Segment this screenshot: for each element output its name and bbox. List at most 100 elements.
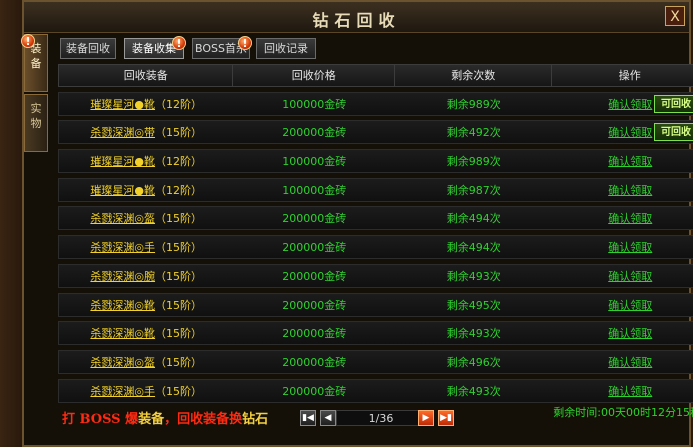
price-cell: 200000金砖: [282, 126, 347, 140]
operation-cell: 确认领取: [552, 297, 693, 313]
equipment-name-link[interactable]: 杀戮深渊◎手: [90, 385, 155, 398]
equipment-grade: （15阶）: [155, 298, 203, 312]
header-operation: 操作: [552, 65, 693, 86]
equipment-cell: 杀戮深渊◎盔（15阶）: [59, 210, 233, 226]
table-row: 杀戮深渊◎靴（15阶） 200000金砖 剩余493次 确认领取: [58, 321, 693, 346]
slogan-part: 装备: [138, 412, 165, 427]
operation-cell: 确认领取: [552, 268, 693, 284]
equipment-name-link[interactable]: 杀戮深渊◎腕: [90, 270, 155, 283]
confirm-claim-link[interactable]: 确认领取: [608, 270, 652, 283]
operation-cell: 确认领取: [552, 325, 693, 341]
equipment-grade: （15阶）: [155, 269, 203, 283]
table-row: 杀戮深渊◎手（15阶） 200000金砖 剩余493次 确认领取: [58, 378, 693, 403]
alert-badge-icon: !: [172, 36, 186, 50]
confirm-claim-link[interactable]: 确认领取: [608, 327, 652, 340]
remaining-cell: 剩余987次: [446, 183, 501, 197]
price-cell: 200000金砖: [282, 298, 347, 312]
diamond-recycle-window: 钻石回收 X 装备 实物 ! 装备回收 装备收集 ! BOSS首杀 ! 回收记录…: [21, 0, 693, 447]
equipment-cell: 杀戮深渊◎手（15阶）: [59, 383, 233, 399]
equipment-grade: （15阶）: [155, 212, 203, 226]
equipment-name-link[interactable]: 杀戮深渊◎盔: [90, 356, 155, 369]
remaining-cell: 剩余494次: [446, 241, 501, 255]
confirm-claim-link[interactable]: 确认领取: [608, 126, 652, 139]
equipment-name-link[interactable]: 璀璨星河●靴: [90, 98, 155, 111]
last-page-icon[interactable]: ▶▮: [438, 410, 454, 426]
confirm-claim-link[interactable]: 确认领取: [608, 184, 652, 197]
table-row: 杀戮深渊◎腕（15阶） 200000金砖 剩余493次 确认领取: [58, 263, 693, 288]
price-cell: 200000金砖: [282, 384, 347, 398]
equipment-cell: 璀璨星河●靴（12阶）: [59, 96, 233, 112]
tab-equipment-recycle[interactable]: 装备回收: [60, 38, 116, 59]
remaining-cell: 剩余492次: [446, 126, 501, 140]
tab-recycle-record[interactable]: 回收记录: [256, 38, 316, 59]
equipment-grade: （12阶）: [155, 183, 203, 197]
equipment-name-link[interactable]: 杀戮深渊◎手: [90, 241, 155, 254]
header-remaining: 剩余次数: [395, 65, 553, 86]
operation-cell: 确认领取: [552, 153, 693, 169]
remaining-cell: 剩余493次: [446, 384, 501, 398]
equipment-cell: 杀戮深渊◎靴（15阶）: [59, 325, 233, 341]
equipment-name-link[interactable]: 璀璨星河●靴: [90, 155, 155, 168]
window-title: 钻石回收: [312, 11, 401, 30]
promo-slogan: 打 BOSS 爆装备，回收装备换钻石: [62, 408, 268, 427]
confirm-claim-link[interactable]: 确认领取: [608, 212, 652, 225]
slogan-part: 钻石: [242, 412, 269, 427]
slogan-part: 打 BOSS 爆: [62, 412, 139, 427]
price-cell: 200000金砖: [282, 241, 347, 255]
prev-page-icon[interactable]: ◀: [320, 410, 336, 426]
equipment-cell: 璀璨星河●靴（12阶）: [59, 153, 233, 169]
confirm-claim-link[interactable]: 确认领取: [608, 385, 652, 398]
close-button[interactable]: X: [665, 6, 685, 26]
side-tab-physical[interactable]: 实物: [24, 94, 48, 152]
equipment-cell: 杀戮深渊◎带（15阶）: [59, 124, 233, 140]
price-cell: 100000金砖: [282, 183, 347, 197]
confirm-claim-link[interactable]: 确认领取: [608, 155, 652, 168]
alert-badge-icon: !: [21, 34, 35, 48]
price-cell: 200000金砖: [282, 269, 347, 283]
table-row: 杀戮深渊◎手（15阶） 200000金砖 剩余494次 确认领取: [58, 235, 693, 260]
equipment-name-link[interactable]: 杀戮深渊◎靴: [90, 327, 155, 340]
table-header: 回收装备 回收价格 剩余次数 操作: [58, 64, 693, 87]
first-page-icon[interactable]: ▮◀: [300, 410, 316, 426]
equipment-cell: 璀璨星河●靴（12阶）: [59, 182, 233, 198]
recycle-table: 回收装备 回收价格 剩余次数 操作 璀璨星河●靴（12阶） 100000金砖 剩余9…: [58, 64, 693, 403]
equipment-name-link[interactable]: 杀戮深渊◎靴: [90, 299, 155, 312]
equipment-grade: （12阶）: [155, 155, 203, 169]
equipment-name-link[interactable]: 璀璨星河●靴: [90, 184, 155, 197]
price-cell: 100000金砖: [282, 97, 347, 111]
remaining-cell: 剩余494次: [446, 212, 501, 226]
table-row: 璀璨星河●靴（12阶） 100000金砖 剩余987次 确认领取: [58, 177, 693, 202]
table-row: 璀璨星河●靴（12阶） 100000金砖 剩余989次 确认领取: [58, 149, 693, 174]
can-recycle-button[interactable]: 可回收: [654, 94, 693, 113]
equipment-name-link[interactable]: 杀戮深渊◎带: [90, 126, 155, 139]
remaining-cell: 剩余493次: [446, 269, 501, 283]
remaining-cell: 剩余989次: [446, 155, 501, 169]
confirm-claim-link[interactable]: 确认领取: [608, 356, 652, 369]
confirm-claim-link[interactable]: 确认领取: [608, 299, 652, 312]
table-row: 杀戮深渊◎盔（15阶） 200000金砖 剩余496次 确认领取: [58, 349, 693, 374]
next-page-icon[interactable]: ▶: [418, 410, 434, 426]
remaining-cell: 剩余496次: [446, 355, 501, 369]
remaining-time: 剩余时间:00天00时12分15秒: [553, 406, 693, 419]
equipment-name-link[interactable]: 杀戮深渊◎盔: [90, 212, 155, 225]
price-cell: 200000金砖: [282, 355, 347, 369]
equipment-cell: 杀戮深渊◎手（15阶）: [59, 239, 233, 255]
equipment-grade: （15阶）: [155, 384, 203, 398]
title-bar: 钻石回收 X: [24, 2, 689, 33]
equipment-grade: （12阶）: [155, 97, 203, 111]
footer-bar: 打 BOSS 爆装备，回收装备换钻石 ▮◀ ◀ 1/36 ▶ ▶▮ 剩余时间:0…: [58, 404, 693, 438]
operation-cell: 确认领取: [552, 354, 693, 370]
operation-cell: 确认领取: [552, 182, 693, 198]
remaining-cell: 剩余989次: [446, 97, 501, 111]
confirm-claim-link[interactable]: 确认领取: [608, 98, 652, 111]
confirm-claim-link[interactable]: 确认领取: [608, 241, 652, 254]
equipment-cell: 杀戮深渊◎腕（15阶）: [59, 268, 233, 284]
equipment-cell: 杀戮深渊◎盔（15阶）: [59, 354, 233, 370]
alert-badge-icon: !: [238, 36, 252, 50]
equipment-grade: （15阶）: [155, 327, 203, 341]
operation-cell: 确认领取: [552, 239, 693, 255]
can-recycle-button[interactable]: 可回收: [654, 123, 693, 142]
table-row: 杀戮深渊◎盔（15阶） 200000金砖 剩余494次 确认领取: [58, 206, 693, 231]
table-row: 杀戮深渊◎带（15阶） 200000金砖 剩余492次 确认领取 可回收: [58, 120, 693, 145]
price-cell: 100000金砖: [282, 155, 347, 169]
